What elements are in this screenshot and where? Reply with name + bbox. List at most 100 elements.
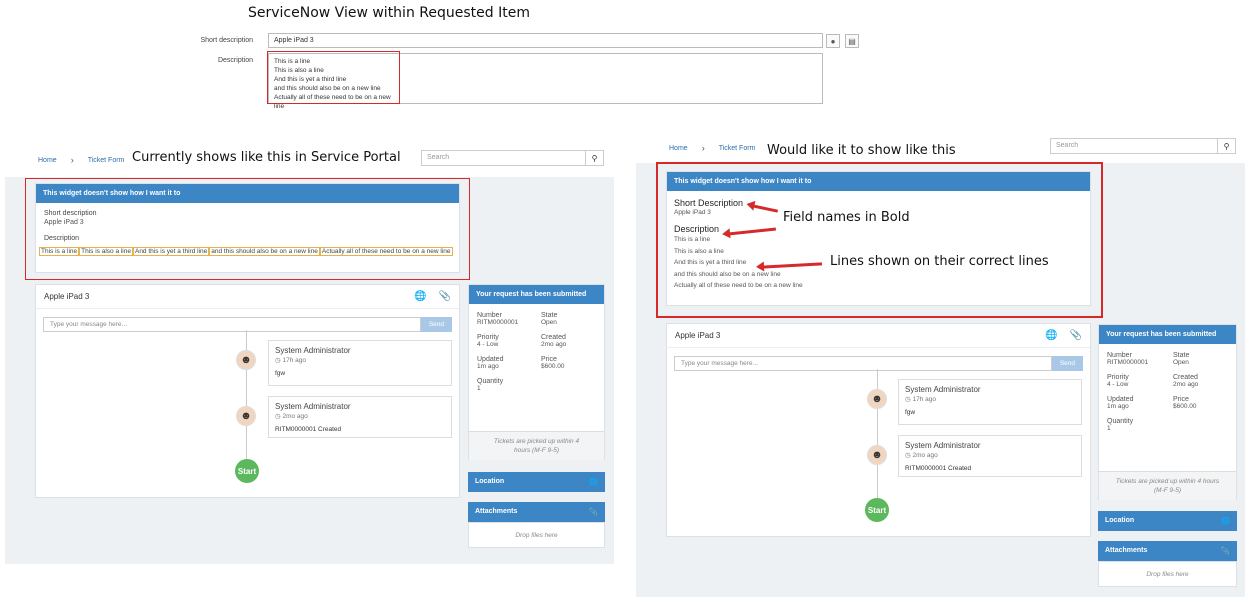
field-label: Updated <box>477 356 504 363</box>
start-node: Start <box>865 498 889 522</box>
entry-time: 2mo ago <box>912 452 938 459</box>
chevron-right-icon: › <box>70 155 74 165</box>
field-value: Open <box>1173 359 1189 366</box>
field-label: Price <box>541 356 557 363</box>
desc-line: and this should also be on a new line <box>209 247 320 256</box>
pickup-note: Tickets are picked up within 4 hours (M-… <box>469 431 604 460</box>
field-label: Number <box>477 312 502 319</box>
field-value: $600.00 <box>541 363 565 370</box>
field-label: State <box>1173 352 1190 359</box>
field-value: RITM0000001 <box>1107 359 1149 366</box>
field-value: RITM0000001 <box>477 319 519 326</box>
left-caption: Currently shows like this in Service Por… <box>132 150 401 165</box>
entry-time: 17h ago <box>912 396 936 403</box>
field-value: 1 <box>477 385 481 392</box>
search-bar: Search ⚲ <box>421 150 604 166</box>
desc-line: This is also a line <box>79 247 133 256</box>
book-icon[interactable]: ▤ <box>845 34 859 48</box>
field-value: 1m ago <box>1107 403 1129 410</box>
request-summary: Your request has been submitted Number RI… <box>1098 324 1237 500</box>
field-label: Updated <box>1107 396 1134 403</box>
start-node: Start <box>235 459 259 483</box>
message-input[interactable]: Type your message here... <box>674 356 1052 371</box>
crumb-ticket-form[interactable]: Ticket Form <box>719 145 756 152</box>
annotation-bold: Field names in Bold <box>783 210 910 225</box>
desc-line: Actually all of these need to be on a ne… <box>674 282 803 289</box>
description-label: Description <box>44 235 80 242</box>
submitted-header: Your request has been submitted <box>1099 325 1236 344</box>
attachments-label: Attachments <box>1105 547 1148 554</box>
search-input[interactable]: Search <box>422 151 585 165</box>
search-bar: Search ⚲ <box>1050 138 1236 154</box>
entry-author: System Administrator <box>275 346 351 355</box>
field-value: 1 <box>1107 425 1111 432</box>
widget-title: This widget doesn't show how I want it t… <box>36 184 459 203</box>
paperclip-icon: 📎 <box>1221 548 1230 555</box>
widget-title: This widget doesn't show how I want it t… <box>667 172 1090 191</box>
chevron-right-icon: › <box>701 143 705 153</box>
field-value: Open <box>541 319 557 326</box>
desc-line: This is a line <box>39 247 80 256</box>
desc-line: This is a line <box>674 236 711 243</box>
entry-time: 2mo ago <box>282 413 308 420</box>
send-button[interactable]: Send <box>1051 356 1083 371</box>
field-label: Created <box>1173 374 1198 381</box>
desc-line: and this should also be on a new line <box>674 270 781 278</box>
attachments-header[interactable]: Attachments 📎 <box>1098 541 1237 561</box>
field-label: Price <box>1173 396 1189 403</box>
location-header[interactable]: Location 🌐 <box>1098 511 1237 531</box>
field-value: 2mo ago <box>541 341 567 348</box>
field-label: Number <box>1107 352 1132 359</box>
globe-icon: 🌐 <box>1221 518 1230 525</box>
field-label: Priority <box>1107 374 1129 381</box>
desc-line: This is also a line <box>274 67 324 74</box>
entry-text: RITM0000001 Created <box>275 426 342 433</box>
field-value: 1m ago <box>477 363 499 370</box>
annotation-lines: Lines shown on their correct lines <box>830 254 1049 269</box>
ticket-item-title: Apple iPad 3 <box>675 331 721 340</box>
paperclip-icon: 📎 <box>589 509 598 516</box>
search-icon[interactable]: ⚲ <box>1217 139 1235 153</box>
field-value: 4 - Low <box>477 341 499 348</box>
short-description-field[interactable]: Apple iPad 3 <box>268 33 823 48</box>
field-value: $600.00 <box>1173 403 1197 410</box>
avatar: ☻ <box>236 350 256 370</box>
entry-text: fgw <box>905 409 916 416</box>
paperclip-icon[interactable]: 📎 <box>1070 330 1082 341</box>
field-label: Created <box>541 334 566 341</box>
entry-text: RITM0000001 Created <box>905 465 972 472</box>
message-input[interactable]: Type your message here... <box>43 317 421 332</box>
desc-line: And this is yet a third line <box>132 247 210 256</box>
crumb-ticket-form[interactable]: Ticket Form <box>88 157 125 164</box>
crumb-home[interactable]: Home <box>669 145 688 152</box>
entry-author: System Administrator <box>905 441 981 450</box>
send-button[interactable]: Send <box>420 317 452 332</box>
timeline-entry: System Administrator ◷ 2mo ago RITM00000… <box>268 396 452 438</box>
lightbulb-icon[interactable]: ● <box>826 34 840 48</box>
paperclip-icon[interactable]: 📎 <box>439 291 451 302</box>
field-label: Priority <box>477 334 499 341</box>
field-label: State <box>541 312 558 319</box>
entry-author: System Administrator <box>275 402 351 411</box>
globe-icon[interactable]: 🌐 <box>1045 330 1057 341</box>
desc-line: Actually all of these need to be on a ne… <box>319 247 453 256</box>
request-summary: Your request has been submitted Number RI… <box>468 284 605 460</box>
ticket-item-title: Apple iPad 3 <box>44 292 90 301</box>
globe-icon[interactable]: 🌐 <box>414 291 426 302</box>
field-value: 4 - Low <box>1107 381 1129 388</box>
attachments-label: Attachments <box>475 508 518 515</box>
entry-text: fgw <box>275 370 286 377</box>
avatar: ☻ <box>867 389 887 409</box>
description-inline: This is a line This is also a line And t… <box>39 247 453 256</box>
location-header[interactable]: Location 🌐 <box>468 472 605 492</box>
entry-author: System Administrator <box>905 385 981 394</box>
drop-zone[interactable]: Drop files here <box>1098 561 1237 587</box>
search-icon[interactable]: ⚲ <box>585 151 603 165</box>
crumb-home[interactable]: Home <box>38 157 57 164</box>
search-input[interactable]: Search <box>1051 139 1217 153</box>
desc-line: And this is yet a third line <box>274 76 347 83</box>
short-description-label: Short Description <box>674 198 744 208</box>
drop-zone[interactable]: Drop files here <box>468 522 605 548</box>
attachments-header[interactable]: Attachments 📎 <box>468 502 605 522</box>
desc-line: This is a line <box>274 58 311 65</box>
